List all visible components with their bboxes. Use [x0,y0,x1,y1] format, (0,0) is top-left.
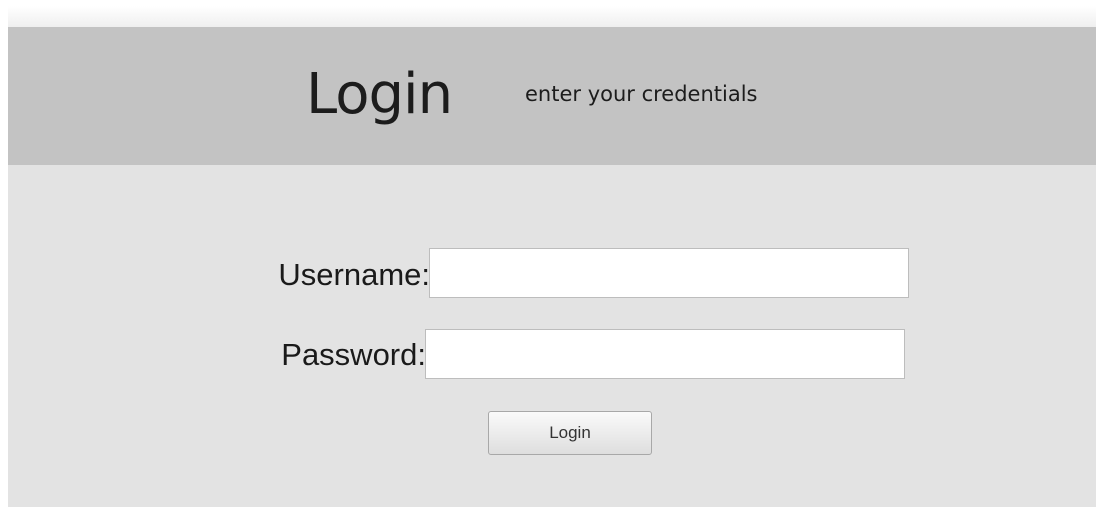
page-subtitle: enter your credentials [525,82,758,106]
header-banner: Login enter your credentials [8,27,1096,165]
username-label: Username: [278,257,430,292]
password-input[interactable] [425,329,905,379]
password-label: Password: [281,337,426,372]
login-page: Login enter your credentials Username: P… [0,0,1096,507]
page-title: Login [306,62,453,127]
login-button[interactable]: Login [488,411,652,455]
login-form: Username: Password: Login [8,165,1096,507]
username-input[interactable] [429,248,909,298]
top-strip [8,6,1096,27]
